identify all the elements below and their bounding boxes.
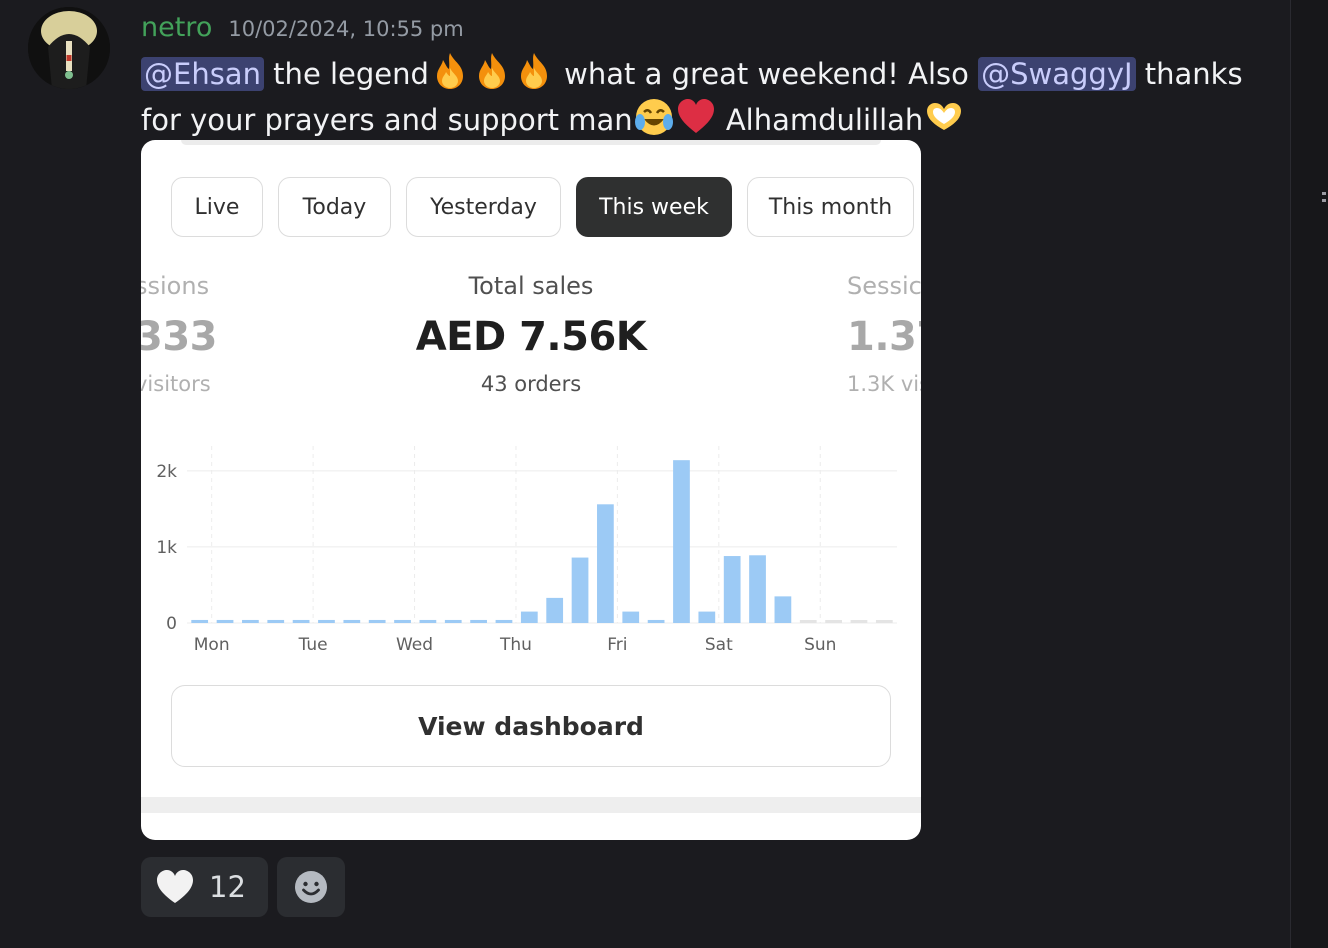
chart-bar bbox=[318, 619, 335, 623]
chart-bar bbox=[267, 619, 285, 623]
message-content: @Ehsan the legend what a great weekend! … bbox=[141, 50, 1251, 142]
mention-swaggyj[interactable]: @SwaggyJ bbox=[978, 57, 1136, 91]
metric-sessions-left: ssions 333 visitors bbox=[141, 272, 235, 396]
chart-bar bbox=[343, 619, 361, 623]
chart-bar bbox=[470, 619, 487, 623]
chart-bar bbox=[723, 556, 741, 623]
reaction-heart[interactable]: 12 bbox=[141, 857, 268, 917]
chart-bar bbox=[368, 619, 386, 623]
metric-total-sales: Total sales AED 7.56K 43 orders bbox=[381, 272, 681, 396]
chart-bar bbox=[546, 597, 564, 623]
mention-ehsan[interactable]: @Ehsan bbox=[141, 57, 264, 91]
timestamp: 10/02/2024, 10:55 pm bbox=[228, 17, 464, 41]
chart-bar bbox=[749, 555, 766, 623]
embed-card: Live Today Yesterday This week This mont… bbox=[141, 140, 921, 840]
chart-y-tick-label: 0 bbox=[166, 614, 177, 634]
metric-label: Total sales bbox=[468, 272, 594, 300]
chart-bar bbox=[242, 619, 259, 623]
tab-label: Yesterday bbox=[430, 194, 537, 220]
button-label: View dashboard bbox=[418, 711, 644, 741]
fire-emoji bbox=[513, 50, 555, 92]
view-dashboard-button[interactable]: View dashboard bbox=[171, 685, 891, 767]
metric-sub: visitors bbox=[141, 372, 211, 396]
white-heart-icon bbox=[155, 867, 195, 907]
fire-emoji bbox=[429, 50, 471, 92]
metric-sessions-right: Sessic 1.37 1.3K vis bbox=[847, 272, 921, 396]
joy-emoji bbox=[633, 96, 675, 138]
heart-hands-emoji bbox=[923, 96, 965, 138]
chart-bar bbox=[647, 619, 665, 623]
message-text: what a great weekend! Also bbox=[554, 57, 979, 91]
tab-live[interactable]: Live bbox=[171, 177, 263, 237]
metric-value: 333 bbox=[141, 314, 218, 360]
chart-y-tick-label: 2k bbox=[156, 462, 177, 482]
tab-yesterday[interactable]: Yesterday bbox=[406, 177, 561, 237]
smiley-icon bbox=[293, 869, 329, 905]
tab-label: Live bbox=[194, 194, 240, 220]
chart-x-tick-label: Fri bbox=[607, 635, 627, 655]
chart-y-tick-label: 1k bbox=[156, 538, 177, 558]
tab-label: This month bbox=[768, 194, 893, 220]
chart-bar bbox=[191, 619, 209, 623]
chart-bar bbox=[698, 611, 716, 623]
metric-label: ssions bbox=[141, 272, 210, 300]
chart-bar bbox=[394, 619, 411, 623]
chart-bar bbox=[875, 620, 893, 623]
tab-this-week[interactable]: This week bbox=[576, 177, 732, 237]
avatar[interactable] bbox=[28, 7, 110, 89]
chart-bar bbox=[571, 557, 589, 623]
tab-this-month[interactable]: This month bbox=[747, 177, 914, 237]
side-panel-edge bbox=[1290, 0, 1328, 948]
fire-emoji bbox=[471, 50, 513, 92]
chart-bar bbox=[799, 620, 817, 623]
chart-x-tick-label: Wed bbox=[396, 635, 433, 655]
add-reaction-button[interactable] bbox=[277, 857, 345, 917]
chart-bar bbox=[419, 619, 437, 623]
metric-value: AED 7.56K bbox=[415, 314, 647, 360]
reaction-count: 12 bbox=[209, 870, 246, 904]
chart-x-tick-label: Thu bbox=[499, 635, 532, 655]
chart-bar bbox=[216, 619, 234, 623]
chart-bar bbox=[825, 620, 842, 623]
chart-bar bbox=[597, 504, 614, 623]
message-text: the legend bbox=[263, 57, 429, 91]
metric-value: 1.37 bbox=[847, 314, 921, 360]
card-footer-bar bbox=[141, 797, 921, 813]
more-options-icon[interactable] bbox=[1322, 192, 1326, 195]
tab-label: Today bbox=[302, 194, 367, 220]
tab-today[interactable]: Today bbox=[278, 177, 391, 237]
message-header: netro 10/02/2024, 10:55 pm bbox=[141, 12, 464, 46]
chart-bar bbox=[520, 611, 538, 623]
more-options-icon-dot bbox=[1322, 199, 1326, 202]
red-heart-emoji bbox=[675, 96, 717, 138]
tab-label: This week bbox=[599, 194, 709, 220]
chart-bar bbox=[292, 619, 310, 623]
chart-bar bbox=[444, 619, 462, 623]
metric-sub: 1.3K vis bbox=[847, 372, 921, 396]
chart-x-tick-label: Tue bbox=[298, 635, 328, 655]
avatar-image bbox=[28, 7, 110, 89]
chart-bar bbox=[495, 619, 513, 623]
metric-label: Sessic bbox=[847, 272, 921, 300]
chart-bar bbox=[673, 460, 690, 623]
metric-sub: 43 orders bbox=[480, 372, 582, 396]
chart-x-tick-label: Sun bbox=[804, 635, 836, 655]
chart-bar bbox=[774, 596, 792, 623]
message-text: Alhamdulillah bbox=[716, 103, 924, 137]
sales-bar-chart: 0 1k 2k Mon Tue Wed Thu Fri Sat Sun bbox=[156, 446, 897, 655]
card-top-edge bbox=[181, 140, 881, 145]
username[interactable]: netro bbox=[141, 12, 212, 43]
chart-bar bbox=[622, 611, 640, 623]
chart-x-tick-label: Sat bbox=[705, 635, 733, 655]
chart-x-tick-label: Mon bbox=[194, 635, 230, 655]
chart-bar bbox=[850, 620, 868, 623]
